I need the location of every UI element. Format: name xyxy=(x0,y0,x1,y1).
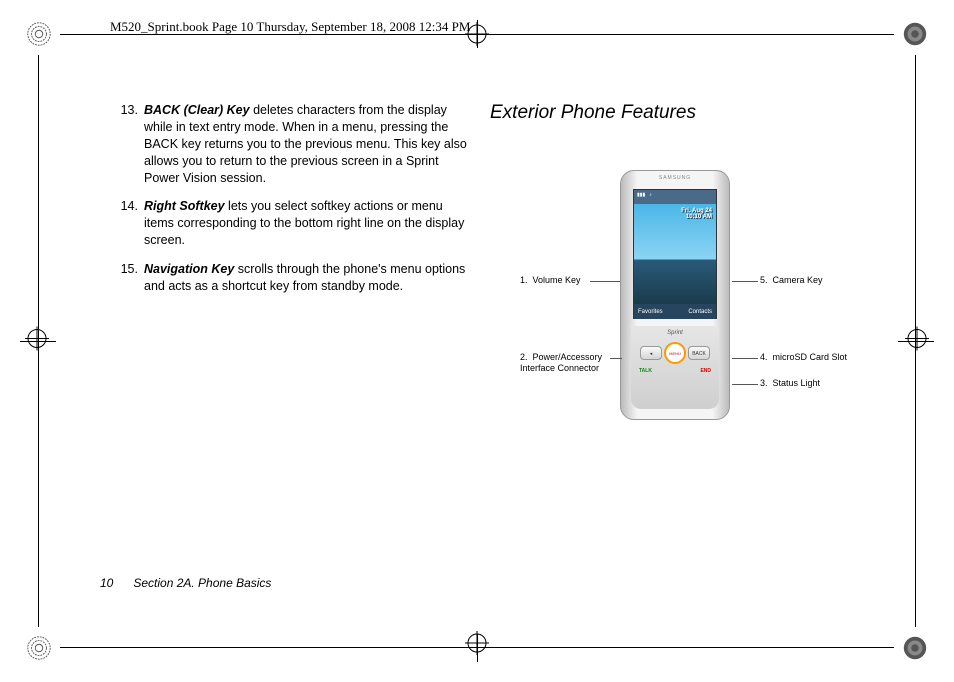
list-term: Navigation Key xyxy=(144,262,234,276)
soft-left-label: Favorites xyxy=(638,309,663,315)
talk-key: TALK xyxy=(639,368,652,374)
list-item: 13. BACK (Clear) Key deletes characters … xyxy=(118,102,468,186)
leader-line xyxy=(732,358,758,359)
list-body: Navigation Key scrolls through the phone… xyxy=(144,261,468,295)
phone-screen: ▮▮▮ ♪ Fri, Aug 24 10:10 AM Favorites Con… xyxy=(633,189,717,319)
registration-gear-icon xyxy=(901,634,929,662)
registration-gear-icon xyxy=(901,20,929,48)
soft-right-label: Contacts xyxy=(688,309,712,315)
list-body: BACK (Clear) Key deletes characters from… xyxy=(144,102,468,186)
list-number: 13. xyxy=(118,102,144,186)
callout-label: Volume Key xyxy=(533,275,581,285)
callout-label: Power/Accessory Interface Connector xyxy=(520,352,602,373)
phone-softbar: Favorites Contacts xyxy=(634,304,716,319)
phone-keypad-area: Sprint ◂ MENU BACK TALK END xyxy=(631,326,719,409)
callout-num: 1. xyxy=(520,275,528,285)
callout-status-light: 3. Status Light xyxy=(760,378,820,389)
callout-volume-key: 1. Volume Key xyxy=(520,275,581,286)
phone-statusbar: ▮▮▮ ♪ xyxy=(634,190,716,204)
callout-label: Status Light xyxy=(773,378,821,388)
list-term: Right Softkey xyxy=(144,199,225,213)
carrier-logo: Sprint xyxy=(631,330,719,336)
callout-num: 4. xyxy=(760,352,768,362)
callout-num: 2. xyxy=(520,352,528,362)
music-icon: ♪ xyxy=(649,192,652,202)
registration-cross-icon xyxy=(25,327,49,356)
list-item: 14. Right Softkey lets you select softke… xyxy=(118,198,468,249)
leader-line xyxy=(610,358,622,359)
list-term: BACK (Clear) Key xyxy=(144,103,250,117)
phone-time: 10:10 AM xyxy=(681,214,712,220)
registration-gear-icon xyxy=(25,634,53,662)
registration-cross-icon xyxy=(905,327,929,356)
book-header: M520_Sprint.book Page 10 Thursday, Septe… xyxy=(110,19,470,35)
registration-cross-icon xyxy=(465,631,489,660)
callout-microsd-slot: 4. microSD Card Slot xyxy=(760,352,850,363)
signal-icon: ▮▮▮ xyxy=(637,192,645,202)
callout-camera-key: 5. Camera Key xyxy=(760,275,823,286)
callout-label: Camera Key xyxy=(773,275,823,285)
callout-label: microSD Card Slot xyxy=(773,352,848,362)
page-number: 10 xyxy=(100,576,130,590)
back-key: ◂ xyxy=(640,346,662,360)
phone-brand: SAMSUNG xyxy=(659,175,691,181)
list-number: 15. xyxy=(118,261,144,295)
left-column: 13. BACK (Clear) Key deletes characters … xyxy=(118,102,468,307)
phone-illustration: SAMSUNG ▮▮▮ ♪ Fri, Aug 24 10:10 AM Favor… xyxy=(620,170,730,420)
back-key-right: BACK xyxy=(688,346,710,360)
list-item: 15. Navigation Key scrolls through the p… xyxy=(118,261,468,295)
callout-num: 3. xyxy=(760,378,768,388)
leader-line xyxy=(732,384,758,385)
phone-wallpaper: Fri, Aug 24 10:10 AM xyxy=(634,204,716,304)
leader-line xyxy=(590,281,620,282)
section-label: Section 2A. Phone Basics xyxy=(133,576,271,590)
list-number: 14. xyxy=(118,198,144,249)
end-key: END xyxy=(700,368,711,374)
page-footer: 10 Section 2A. Phone Basics xyxy=(100,576,271,590)
list-body: Right Softkey lets you select softkey ac… xyxy=(144,198,468,249)
callout-power-connector: 2. Power/Accessory Interface Connector xyxy=(520,352,630,374)
leader-line xyxy=(732,281,758,282)
registration-gear-icon xyxy=(25,20,53,48)
section-title: Exterior Phone Features xyxy=(490,102,696,124)
menu-key: MENU xyxy=(664,342,686,364)
callout-num: 5. xyxy=(760,275,768,285)
